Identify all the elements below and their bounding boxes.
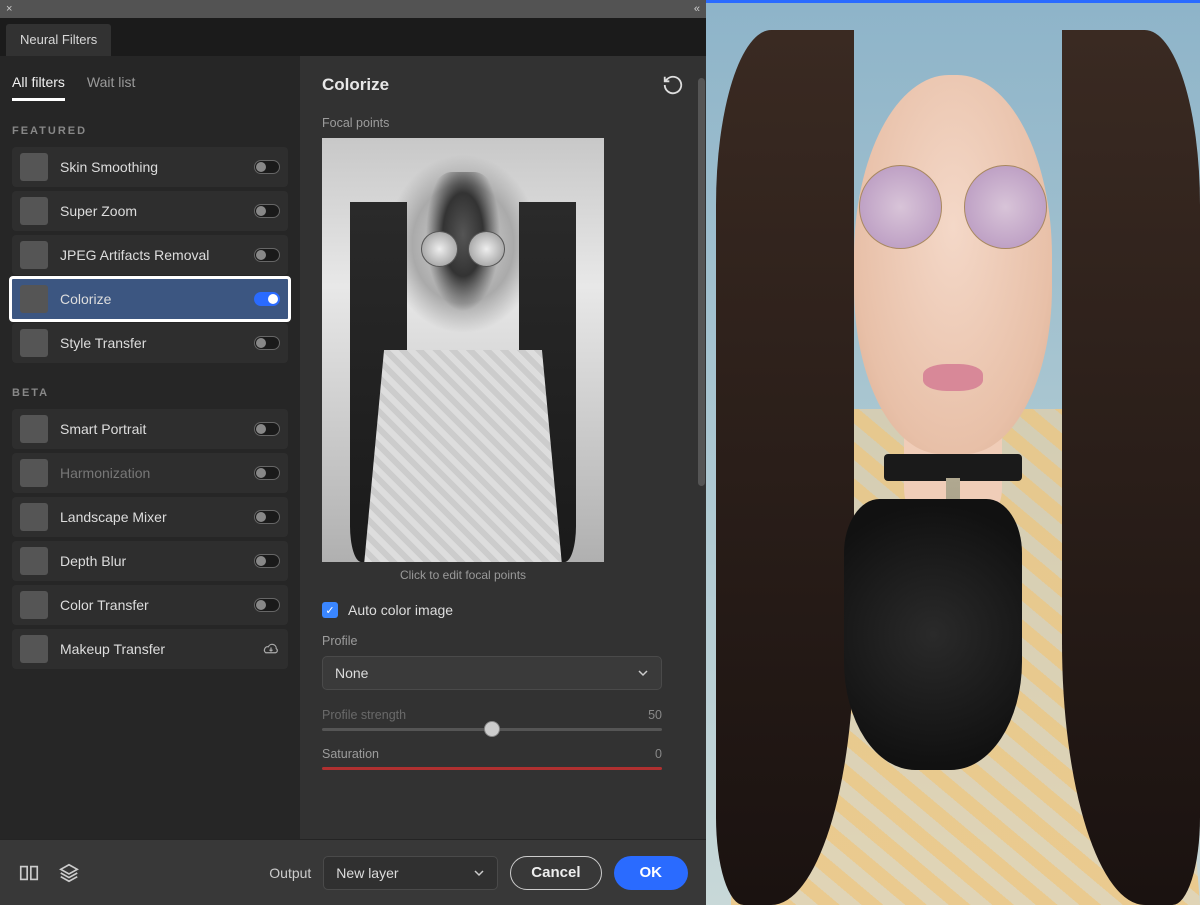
- filter-landscape-mixer[interactable]: Landscape Mixer: [12, 497, 288, 537]
- filter-thumb: [20, 503, 48, 531]
- focal-points-label: Focal points: [322, 116, 684, 130]
- panel-top-bar: × «: [0, 0, 706, 18]
- chevron-down-icon: [637, 667, 649, 679]
- filter-thumb: [20, 459, 48, 487]
- download-icon[interactable]: [262, 642, 280, 656]
- filter-thumb: [20, 241, 48, 269]
- toggle[interactable]: [254, 554, 280, 568]
- select-value: None: [335, 665, 368, 681]
- saturation-slider[interactable]: Saturation 0: [322, 747, 662, 770]
- filter-label: Harmonization: [60, 465, 242, 481]
- scrollbar[interactable]: [698, 78, 705, 558]
- collapse-icon[interactable]: «: [694, 3, 700, 15]
- output-label: Output: [269, 865, 311, 881]
- filter-thumb: [20, 153, 48, 181]
- filter-settings: Colorize Focal points Click to edit foca…: [300, 56, 706, 905]
- focal-points-preview[interactable]: [322, 138, 604, 562]
- tab-neural-filters[interactable]: Neural Filters: [6, 24, 111, 56]
- check-icon: ✓: [322, 602, 338, 618]
- profile-select[interactable]: None: [322, 656, 662, 690]
- section-beta: BETA: [12, 387, 288, 399]
- chevron-down-icon: [473, 867, 485, 879]
- footer: Output New layer Cancel OK: [0, 839, 706, 905]
- filter-label: Style Transfer: [60, 335, 242, 351]
- filter-thumb: [20, 329, 48, 357]
- settings-title: Colorize: [322, 75, 389, 95]
- compare-icon[interactable]: [18, 862, 40, 884]
- ok-button[interactable]: OK: [614, 856, 689, 890]
- subtab-wait-list[interactable]: Wait list: [87, 74, 135, 101]
- filter-thumb: [20, 197, 48, 225]
- toggle[interactable]: [254, 292, 280, 306]
- filter-jpeg-artifacts[interactable]: JPEG Artifacts Removal: [12, 235, 288, 275]
- reset-icon[interactable]: [662, 74, 684, 96]
- toggle[interactable]: [254, 336, 280, 350]
- image-canvas[interactable]: [706, 0, 1200, 905]
- filter-harmonization[interactable]: Harmonization: [12, 453, 288, 493]
- filter-thumb: [20, 415, 48, 443]
- select-value: New layer: [336, 865, 398, 881]
- filters-sidebar: All filters Wait list FEATURED Skin Smoo…: [0, 56, 300, 905]
- filter-color-transfer[interactable]: Color Transfer: [12, 585, 288, 625]
- toggle[interactable]: [254, 204, 280, 218]
- filter-label: Depth Blur: [60, 553, 242, 569]
- toggle[interactable]: [254, 510, 280, 524]
- filter-super-zoom[interactable]: Super Zoom: [12, 191, 288, 231]
- toggle[interactable]: [254, 466, 280, 480]
- layers-icon[interactable]: [58, 862, 80, 884]
- filter-skin-smoothing[interactable]: Skin Smoothing: [12, 147, 288, 187]
- profile-strength-slider[interactable]: Profile strength 50: [322, 708, 662, 731]
- section-featured: FEATURED: [12, 125, 288, 137]
- toggle[interactable]: [254, 422, 280, 436]
- auto-color-checkbox[interactable]: ✓ Auto color image: [322, 602, 684, 618]
- slider-value: 50: [648, 708, 662, 722]
- focal-points-caption: Click to edit focal points: [322, 568, 604, 582]
- toggle[interactable]: [254, 160, 280, 174]
- filter-colorize[interactable]: Colorize: [9, 276, 291, 322]
- output-select[interactable]: New layer: [323, 856, 498, 890]
- filter-label: Skin Smoothing: [60, 159, 242, 175]
- toggle[interactable]: [254, 248, 280, 262]
- subtab-all-filters[interactable]: All filters: [12, 74, 65, 101]
- filter-label: Super Zoom: [60, 203, 242, 219]
- toggle[interactable]: [254, 598, 280, 612]
- filter-label: Landscape Mixer: [60, 509, 242, 525]
- filter-label: Colorize: [60, 291, 242, 307]
- close-icon[interactable]: ×: [6, 3, 12, 15]
- cancel-button[interactable]: Cancel: [510, 856, 601, 890]
- filter-depth-blur[interactable]: Depth Blur: [12, 541, 288, 581]
- filter-label: Smart Portrait: [60, 421, 242, 437]
- filter-label: Makeup Transfer: [60, 641, 250, 657]
- filter-style-transfer[interactable]: Style Transfer: [12, 323, 288, 363]
- tab-bar: Neural Filters: [0, 18, 706, 56]
- filter-thumb: [20, 635, 48, 663]
- filter-label: Color Transfer: [60, 597, 242, 613]
- filter-thumb: [20, 591, 48, 619]
- filter-makeup-transfer[interactable]: Makeup Transfer: [12, 629, 288, 669]
- filter-thumb: [20, 547, 48, 575]
- slider-label: Saturation: [322, 747, 379, 761]
- slider-label: Profile strength: [322, 708, 406, 722]
- checkbox-label: Auto color image: [348, 602, 453, 618]
- filter-label: JPEG Artifacts Removal: [60, 247, 242, 263]
- filter-thumb: [20, 285, 48, 313]
- slider-value: 0: [655, 747, 662, 761]
- filter-smart-portrait[interactable]: Smart Portrait: [12, 409, 288, 449]
- profile-label: Profile: [322, 634, 684, 648]
